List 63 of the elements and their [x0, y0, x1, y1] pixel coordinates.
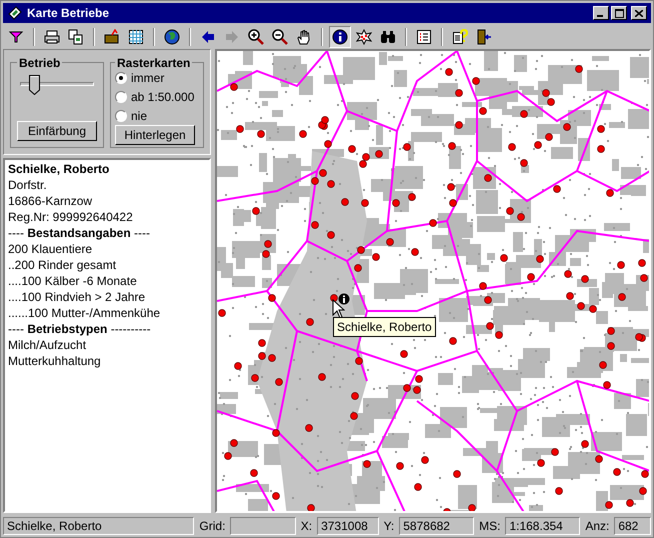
detail-line: 16866-Karnzow [8, 193, 94, 209]
info-icon [332, 29, 348, 45]
binoculars-icon [380, 29, 396, 45]
list-icon [416, 29, 432, 45]
slider-thumb[interactable] [29, 75, 40, 95]
minimize-button[interactable] [593, 6, 609, 20]
slider[interactable] [20, 75, 94, 95]
status-field: Schielke, Roberto [3, 517, 194, 535]
detail-line: ---- Bestandsangaben ---- [8, 225, 152, 241]
status-field [230, 517, 296, 535]
maximize-icon [614, 8, 624, 18]
radio-button[interactable] [115, 110, 127, 122]
maximize-button[interactable] [611, 6, 627, 20]
radio-label: nie [131, 108, 148, 125]
cursor-icon [332, 299, 345, 319]
info-button[interactable] [329, 26, 351, 48]
detail-line: ---- Betriebstypen ---------- [8, 321, 152, 337]
status-label: MS: [478, 518, 502, 535]
zoom-in-icon [248, 29, 264, 45]
status-field: 3731008 [317, 517, 379, 535]
door-icon [476, 29, 492, 45]
status-field: 1:168.354 [505, 517, 580, 535]
einfaerbung-button[interactable]: Einfärbung [17, 121, 97, 141]
status-label: X: [300, 518, 314, 535]
forward-arrow-icon [224, 29, 240, 45]
radio-button[interactable] [115, 72, 127, 84]
close-button[interactable] [631, 6, 647, 20]
radio-button[interactable] [115, 91, 127, 103]
grid-icon [128, 29, 144, 45]
pages-icon [68, 29, 84, 45]
status-field: 5878682 [399, 517, 474, 535]
close-icon [635, 10, 643, 16]
zoom-out-icon [272, 29, 288, 45]
window-title: Karte Betriebe [27, 5, 110, 22]
dots-icon [356, 29, 372, 45]
detail-line: ......100 Mutter-/Ammenkühe [8, 305, 162, 321]
folder-icon [104, 29, 120, 45]
tooltip: Schielke, Roberto [333, 317, 436, 337]
hinterlegen-button[interactable]: Hinterlegen [115, 125, 195, 145]
detail-line: Mutterkuhhaltung [8, 353, 102, 369]
back-arrow-icon [200, 29, 216, 45]
status-label: Anz: [584, 518, 610, 535]
detail-line: Dorfstr. [8, 177, 48, 193]
detail-line: ..200 Rinder gesamt [8, 257, 118, 273]
status-label: Y: [382, 518, 396, 535]
status-label: Grid: [198, 518, 226, 535]
detail-line: 200 Klauentiere [8, 241, 94, 257]
globe-icon [164, 29, 180, 45]
minimize-icon [597, 15, 605, 17]
business-name: Schielke, Roberto [8, 161, 110, 177]
help-icon [452, 29, 468, 45]
info-marker-icon [338, 293, 350, 305]
status-field: 682 [614, 517, 651, 535]
detail-line: Reg.Nr: 999992640422 [8, 209, 134, 225]
printer-icon [44, 29, 60, 45]
detail-line: ....100 Rindvieh > 2 Jahre [8, 289, 146, 305]
radio-label: immer [131, 70, 164, 87]
hand-icon [296, 29, 312, 45]
radio-label: ab 1:50.000 [131, 89, 194, 106]
filter-icon [8, 29, 24, 45]
map-app-icon [7, 5, 23, 21]
detail-line: Milch/Aufzucht [8, 337, 88, 353]
detail-line: ....100 Kälber -6 Monate [8, 273, 138, 289]
